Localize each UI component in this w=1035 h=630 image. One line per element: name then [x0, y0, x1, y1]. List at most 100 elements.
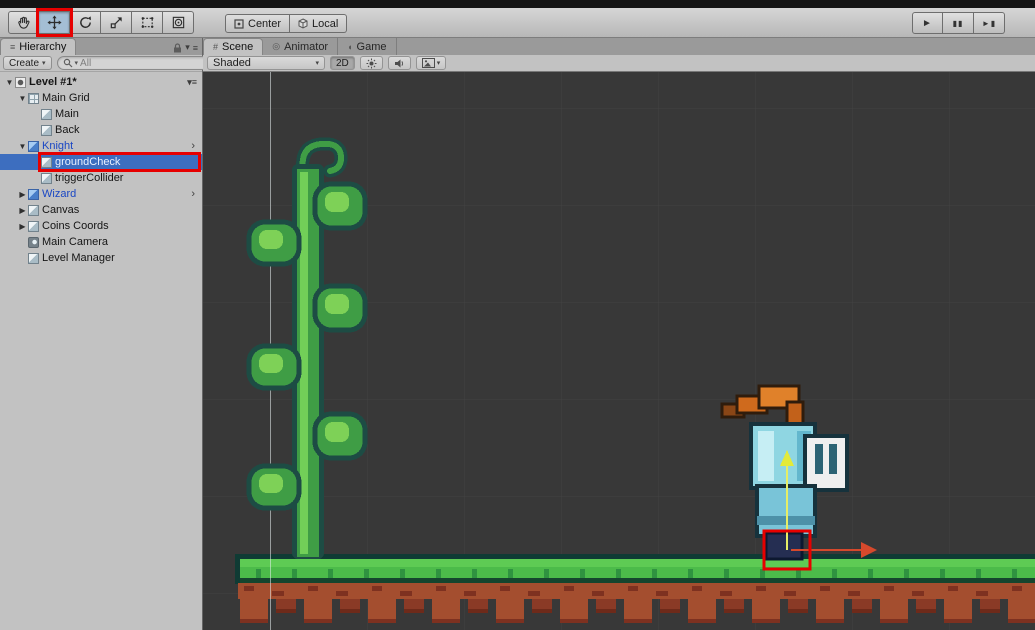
- tab-icon: #: [213, 42, 219, 52]
- tab-label: Game: [356, 40, 387, 53]
- pause-button[interactable]: ▮▮: [943, 12, 974, 34]
- tree-row[interactable]: ▶ Wizard ›: [0, 186, 202, 202]
- scene-canvas[interactable]: [203, 72, 1035, 630]
- item-label: triggerCollider: [55, 172, 124, 184]
- create-dropdown-icon: ▾: [42, 60, 46, 67]
- object-icon: [28, 252, 39, 264]
- effects-dropdown-button[interactable]: ▾: [415, 56, 447, 70]
- space-local-button[interactable]: Local: [290, 14, 348, 33]
- disclosure-arrow[interactable]: ▶: [17, 190, 28, 199]
- tree-row[interactable]: ▼ Main Grid: [0, 90, 202, 106]
- tree-row[interactable]: Main Camera: [0, 234, 202, 250]
- playback-controls: ► ▮▮ ►▮: [912, 12, 1005, 34]
- step-button[interactable]: ►▮: [974, 12, 1005, 34]
- tree-row[interactable]: ▼ Knight ›: [0, 138, 202, 154]
- rect-tool-button[interactable]: [132, 11, 163, 34]
- tree-row[interactable]: Main: [0, 106, 202, 122]
- pivot-label: Center: [248, 17, 282, 30]
- scene-name: Level #1*: [29, 76, 77, 88]
- render-mode-dropdown[interactable]: Shaded ▾: [207, 56, 325, 70]
- disclosure-arrow[interactable]: ▼: [17, 94, 28, 103]
- scene-header-row[interactable]: ▼ Level #1* ▾≡: [0, 74, 202, 90]
- hierarchy-tab-label: Hierarchy: [19, 41, 67, 53]
- disclosure-arrow[interactable]: ▼: [4, 78, 15, 87]
- tab-icon: ◎: [272, 41, 281, 51]
- local-space-icon: [298, 18, 308, 29]
- play-button[interactable]: ►: [912, 12, 943, 34]
- item-label: Main Camera: [42, 236, 109, 248]
- tree-row[interactable]: groundCheck: [0, 152, 202, 172]
- panel-dropdown-icon[interactable]: ▾: [185, 42, 190, 53]
- effects-dropdown-icon: ▾: [436, 60, 441, 67]
- object-icon: [28, 204, 39, 216]
- item-label: Level Manager: [42, 252, 115, 264]
- hierarchy-panel: ≡ Hierarchy ▾ ≡ Create ▾ ▾ ▼ Level #1* ▾…: [0, 38, 219, 630]
- tree-row[interactable]: ▶ Coins Coords: [0, 218, 202, 234]
- search-icon: [63, 58, 72, 68]
- hand-icon: [18, 16, 30, 29]
- hand-tool-button[interactable]: [8, 11, 39, 34]
- object-icon: [41, 172, 52, 184]
- toggle-2d-button[interactable]: 2D: [330, 56, 355, 70]
- prefab-chevron-icon[interactable]: ›: [191, 188, 202, 200]
- item-label: Back: [55, 124, 80, 136]
- tab-label: Animator: [284, 40, 329, 53]
- rotate-tool-button[interactable]: [70, 11, 101, 34]
- item-label: Knight: [42, 140, 74, 152]
- ground-platform[interactable]: [235, 554, 1035, 630]
- scene-menu-icon[interactable]: ▾≡: [187, 76, 202, 88]
- render-mode-dropdown-icon: ▾: [315, 60, 319, 67]
- item-label: Coins Coords: [42, 220, 109, 232]
- item-label: groundCheck: [55, 156, 121, 168]
- scene-tabbar: # Scene ◎ Animator ◖ Game: [203, 38, 1035, 55]
- hierarchy-tree: ▼ Level #1* ▾≡ ▼ Main Grid Main Back ▼ K…: [0, 72, 202, 266]
- hierarchy-items: ▼ Main Grid Main Back ▼ Knight › groundC…: [0, 90, 202, 266]
- panel-menu-icon[interactable]: ≡: [193, 43, 198, 53]
- move-icon: [46, 15, 62, 30]
- tab-icon: ◖: [347, 41, 353, 52]
- move-tool-button[interactable]: [36, 8, 73, 37]
- tab-label: Scene: [222, 41, 254, 53]
- hierarchy-tab-icon: ≡: [10, 42, 16, 52]
- panel-tab[interactable]: # Scene: [203, 38, 264, 55]
- pivot-center-button[interactable]: Center: [225, 14, 291, 33]
- scene-menu-hamburger-icon: ≡: [191, 77, 197, 87]
- lock-icon[interactable]: [173, 42, 182, 53]
- panel-tab[interactable]: ◖ Game: [338, 38, 397, 55]
- toggle-2d-label: 2D: [336, 57, 349, 69]
- audio-speaker-icon: [394, 59, 403, 67]
- object-icon: [41, 124, 52, 136]
- disclosure-arrow[interactable]: ▶: [17, 222, 28, 231]
- transform-tool-button[interactable]: [163, 11, 194, 34]
- tree-row[interactable]: Back: [0, 122, 202, 138]
- search-filter-dropdown-icon[interactable]: ▾: [75, 59, 79, 67]
- create-label: Create: [9, 57, 40, 69]
- create-button[interactable]: Create ▾: [3, 56, 52, 70]
- rotate-icon: [79, 16, 91, 28]
- disclosure-arrow[interactable]: ▼: [17, 142, 28, 151]
- item-label: Main: [55, 108, 79, 120]
- center-pivot-icon: [234, 18, 244, 29]
- search-field[interactable]: ▾: [56, 56, 219, 70]
- audio-toggle-button[interactable]: [387, 56, 411, 70]
- panel-tab[interactable]: ◎ Animator: [263, 38, 339, 55]
- step-icon: ►▮: [981, 18, 997, 28]
- lighting-sun-icon: [366, 58, 377, 68]
- object-icon: [28, 140, 39, 152]
- disclosure-arrow[interactable]: ▶: [17, 206, 28, 215]
- scale-tool-button[interactable]: [101, 11, 132, 34]
- scene-view-toolbar: Shaded ▾ 2D ▾: [203, 55, 1035, 72]
- scene-viewport[interactable]: [203, 72, 1035, 630]
- tab-hierarchy[interactable]: ≡ Hierarchy: [0, 38, 77, 55]
- tree-row[interactable]: triggerCollider: [0, 170, 202, 186]
- lighting-toggle-button[interactable]: [359, 56, 383, 70]
- hierarchy-toolbar: Create ▾ ▾: [0, 55, 219, 72]
- tree-row[interactable]: ▶ Canvas: [0, 202, 202, 218]
- prefab-chevron-icon[interactable]: ›: [191, 140, 202, 152]
- pause-icon: ▮▮: [952, 18, 964, 28]
- object-icon: [41, 156, 52, 168]
- scene-panel: # Scene ◎ Animator ◖ Game Shaded ▾ 2D ▾: [203, 38, 1035, 630]
- main-toolbar: Center Local ► ▮▮ ►▮: [0, 8, 1035, 38]
- tree-row[interactable]: Level Manager: [0, 250, 202, 266]
- search-input[interactable]: [80, 57, 213, 69]
